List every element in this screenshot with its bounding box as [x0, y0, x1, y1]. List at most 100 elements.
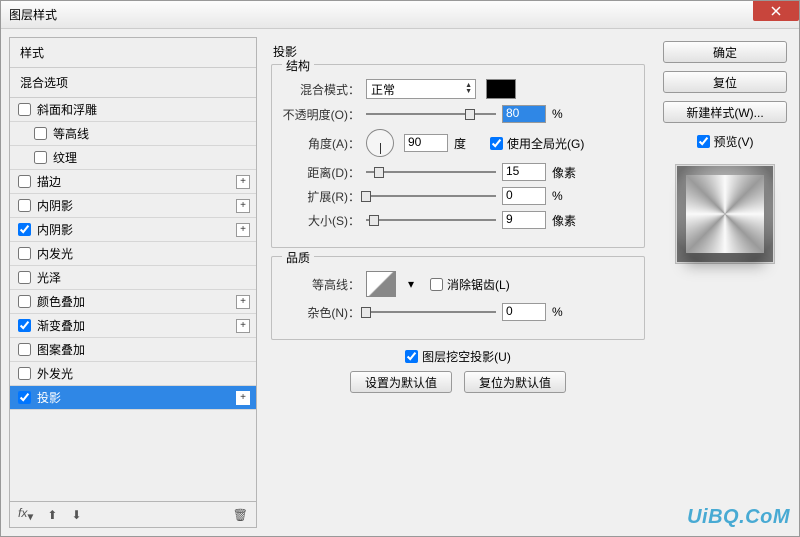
- styles-list: 斜面和浮雕等高线纹理描边+内阴影+内阴影+内发光光泽颜色叠加+渐变叠加+图案叠加…: [10, 98, 256, 501]
- style-item-checkbox[interactable]: [18, 223, 31, 236]
- fx-icon[interactable]: fx▾: [18, 506, 33, 523]
- angle-unit: 度: [454, 135, 484, 152]
- noise-label: 杂色(N)：: [282, 304, 360, 321]
- reset-default-button[interactable]: 复位为默认值: [464, 371, 566, 393]
- angle-label: 角度(A)：: [282, 135, 360, 152]
- style-item-8[interactable]: 颜色叠加 +: [10, 290, 256, 314]
- add-effect-icon[interactable]: +: [236, 319, 250, 333]
- settings-panel: 投影 结构 混合模式： 正常 ▲▼ 不透明度(O)： 80 % 角度(A)：: [257, 37, 659, 528]
- distance-input[interactable]: 15: [502, 163, 546, 181]
- style-item-checkbox[interactable]: [18, 103, 31, 116]
- style-item-label: 内阴影: [37, 197, 73, 214]
- antialias-checkbox[interactable]: 消除锯齿(L): [430, 276, 510, 293]
- make-default-button[interactable]: 设置为默认值: [350, 371, 452, 393]
- style-item-checkbox[interactable]: [18, 271, 31, 284]
- spread-label: 扩展(R)：: [282, 188, 360, 205]
- quality-group: 品质 等高线： ▾ 消除锯齿(L) 杂色(N)： 0 %: [271, 256, 645, 340]
- style-item-2[interactable]: 纹理: [10, 146, 256, 170]
- style-item-6[interactable]: 内发光: [10, 242, 256, 266]
- cancel-button[interactable]: 复位: [663, 71, 787, 93]
- distance-label: 距离(D)：: [282, 164, 360, 181]
- move-up-icon[interactable]: ⬆: [47, 508, 57, 522]
- angle-input[interactable]: 90: [404, 134, 448, 152]
- close-button[interactable]: [753, 1, 799, 21]
- style-item-label: 光泽: [37, 269, 61, 286]
- style-item-label: 渐变叠加: [37, 317, 85, 334]
- size-slider[interactable]: [366, 217, 496, 223]
- style-item-label: 纹理: [53, 149, 77, 166]
- style-item-label: 外发光: [37, 365, 73, 382]
- preview-checkbox[interactable]: 预览(V): [663, 133, 787, 150]
- titlebar: 图层样式: [1, 1, 799, 29]
- add-effect-icon[interactable]: +: [236, 223, 250, 237]
- styles-header[interactable]: 样式: [10, 38, 256, 68]
- blend-options-header[interactable]: 混合选项: [10, 68, 256, 98]
- style-item-label: 斜面和浮雕: [37, 101, 97, 118]
- contour-dropdown-icon[interactable]: ▾: [408, 277, 414, 291]
- style-item-label: 内发光: [37, 245, 73, 262]
- style-item-checkbox[interactable]: [18, 199, 31, 212]
- style-item-9[interactable]: 渐变叠加 +: [10, 314, 256, 338]
- structure-legend: 结构: [282, 57, 314, 74]
- effect-title: 投影: [273, 43, 645, 60]
- style-item-12[interactable]: 投影 +: [10, 386, 256, 410]
- style-item-checkbox[interactable]: [18, 295, 31, 308]
- style-item-checkbox[interactable]: [18, 175, 31, 188]
- new-style-button[interactable]: 新建样式(W)...: [663, 101, 787, 123]
- spread-unit: %: [552, 189, 582, 203]
- add-effect-icon[interactable]: +: [236, 295, 250, 309]
- opacity-input[interactable]: 80: [502, 105, 546, 123]
- style-item-label: 图案叠加: [37, 341, 85, 358]
- styles-panel: 样式 混合选项 斜面和浮雕等高线纹理描边+内阴影+内阴影+内发光光泽颜色叠加+渐…: [9, 37, 257, 528]
- opacity-unit: %: [552, 107, 582, 121]
- style-item-3[interactable]: 描边+: [10, 170, 256, 194]
- noise-unit: %: [552, 305, 582, 319]
- noise-slider[interactable]: [366, 309, 496, 315]
- action-panel: 确定 复位 新建样式(W)... 预览(V): [659, 37, 791, 528]
- style-item-label: 颜色叠加: [37, 293, 85, 310]
- contour-label: 等高线：: [282, 276, 360, 293]
- style-item-checkbox[interactable]: [18, 247, 31, 260]
- blend-mode-label: 混合模式：: [282, 81, 360, 98]
- style-item-label: 投影: [37, 389, 61, 406]
- style-item-7[interactable]: 光泽: [10, 266, 256, 290]
- style-item-checkbox[interactable]: [34, 151, 47, 164]
- add-effect-icon[interactable]: +: [236, 199, 250, 213]
- window-title: 图层样式: [9, 6, 57, 23]
- style-item-checkbox[interactable]: [34, 127, 47, 140]
- style-item-label: 等高线: [53, 125, 89, 142]
- trash-icon[interactable]: 🗑: [233, 508, 248, 522]
- style-item-checkbox[interactable]: [18, 391, 31, 404]
- style-item-5[interactable]: 内阴影+: [10, 218, 256, 242]
- structure-group: 结构 混合模式： 正常 ▲▼ 不透明度(O)： 80 % 角度(A)： 90 度: [271, 64, 645, 248]
- style-item-10[interactable]: 图案叠加: [10, 338, 256, 362]
- blend-mode-select[interactable]: 正常 ▲▼: [366, 79, 476, 99]
- style-item-4[interactable]: 内阴影 +: [10, 194, 256, 218]
- angle-dial[interactable]: [366, 129, 394, 157]
- opacity-slider[interactable]: [366, 111, 496, 117]
- style-item-1[interactable]: 等高线: [10, 122, 256, 146]
- style-item-0[interactable]: 斜面和浮雕: [10, 98, 256, 122]
- add-effect-icon[interactable]: +: [236, 175, 250, 189]
- knockout-checkbox[interactable]: 图层挖空投影(U): [405, 348, 511, 365]
- contour-picker[interactable]: [366, 271, 396, 297]
- style-item-11[interactable]: 外发光: [10, 362, 256, 386]
- style-item-checkbox[interactable]: [18, 319, 31, 332]
- style-item-checkbox[interactable]: [18, 343, 31, 356]
- ok-button[interactable]: 确定: [663, 41, 787, 63]
- distance-slider[interactable]: [366, 169, 496, 175]
- global-light-checkbox[interactable]: 使用全局光(G): [490, 135, 584, 152]
- move-down-icon[interactable]: ⬇: [71, 508, 81, 522]
- noise-input[interactable]: 0: [502, 303, 546, 321]
- add-effect-icon[interactable]: +: [236, 391, 250, 405]
- spread-slider[interactable]: [366, 193, 496, 199]
- styles-footer: fx▾ ⬆ ⬇ 🗑: [10, 501, 256, 527]
- size-unit: 像素: [552, 212, 582, 229]
- style-item-checkbox[interactable]: [18, 367, 31, 380]
- close-icon: [771, 6, 781, 16]
- size-label: 大小(S)：: [282, 212, 360, 229]
- spread-input[interactable]: 0: [502, 187, 546, 205]
- size-input[interactable]: 9: [502, 211, 546, 229]
- shadow-color-swatch[interactable]: [486, 79, 516, 99]
- preview-thumbnail: [675, 164, 775, 264]
